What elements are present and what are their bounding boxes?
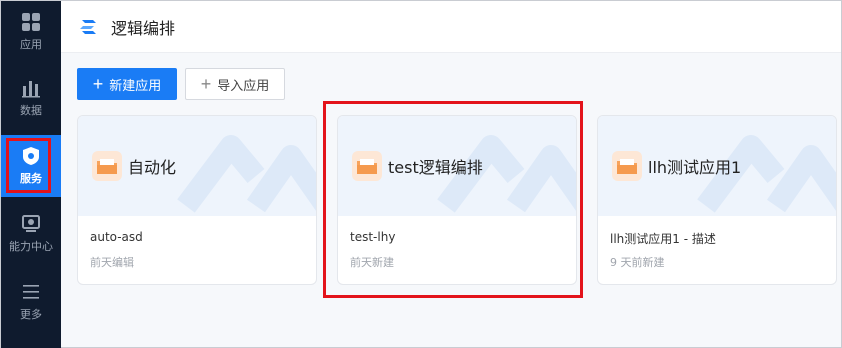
sidebar-item-more[interactable]: 更多 [1, 273, 61, 331]
folder-icon [612, 151, 642, 181]
folder-icon [352, 151, 382, 181]
page-title: 逻辑编排 [111, 18, 176, 38]
new-app-label: 新建应用 [109, 77, 162, 93]
monitor-icon [21, 214, 41, 234]
import-app-label: 导入应用 [217, 77, 270, 93]
menu-icon [21, 282, 41, 302]
app-card-description: auto-asd [90, 230, 143, 244]
app-card-description: llh测试应用1 - 描述 [610, 232, 716, 246]
page-header: 逻辑编排 [61, 1, 841, 53]
plus-icon: + [200, 74, 212, 94]
app-card-banner: test逻辑编排 [338, 116, 576, 216]
sidebar-item-label: 应用 [20, 38, 42, 51]
sidebar-item-capability-center[interactable]: 能力中心 [1, 205, 61, 263]
plus-icon: + [92, 74, 104, 94]
sidebar-item-service[interactable]: 服务 [1, 135, 61, 197]
app-card-banner: 自动化 [78, 116, 316, 216]
folder-icon [92, 151, 122, 181]
new-app-button[interactable]: + 新建应用 [77, 68, 177, 100]
sidebar-item-apps[interactable]: 应用 [1, 3, 61, 61]
app-card-name: test逻辑编排 [388, 158, 483, 177]
sidebar-item-label: 数据 [20, 104, 42, 117]
app-card-meta: 9 天前新建 [610, 256, 665, 269]
app-card-description: test-lhy [350, 230, 396, 244]
sidebar-item-label: 能力中心 [9, 240, 53, 253]
import-app-button[interactable]: + 导入应用 [185, 68, 285, 100]
logic-orchestration-logo-icon [79, 17, 99, 37]
sidebar-item-label: 服务 [20, 172, 42, 185]
app-card-banner: llh测试应用1 [598, 116, 836, 216]
bar-chart-icon [21, 78, 41, 98]
sidebar-item-data[interactable]: 数据 [1, 69, 61, 127]
main-content: + 新建应用 + 导入应用 自动化 auto-asd 前天编辑 test逻辑编排… [61, 53, 841, 347]
service-icon [21, 146, 41, 166]
watermark-icon [177, 135, 316, 213]
sidebar-item-label: 更多 [20, 308, 42, 321]
app-card[interactable]: test逻辑编排 test-lhy 前天新建 [337, 115, 577, 285]
app-card-name: llh测试应用1 [648, 158, 742, 177]
app-card[interactable]: llh测试应用1 llh测试应用1 - 描述 9 天前新建 [597, 115, 837, 285]
app-card[interactable]: 自动化 auto-asd 前天编辑 [77, 115, 317, 285]
app-card-meta: 前天新建 [350, 256, 394, 269]
app-card-name: 自动化 [128, 158, 177, 177]
grid-icon [21, 12, 41, 32]
sidebar: 应用 数据 服务 能力中心 更多 [1, 1, 61, 348]
app-card-meta: 前天编辑 [90, 256, 134, 269]
